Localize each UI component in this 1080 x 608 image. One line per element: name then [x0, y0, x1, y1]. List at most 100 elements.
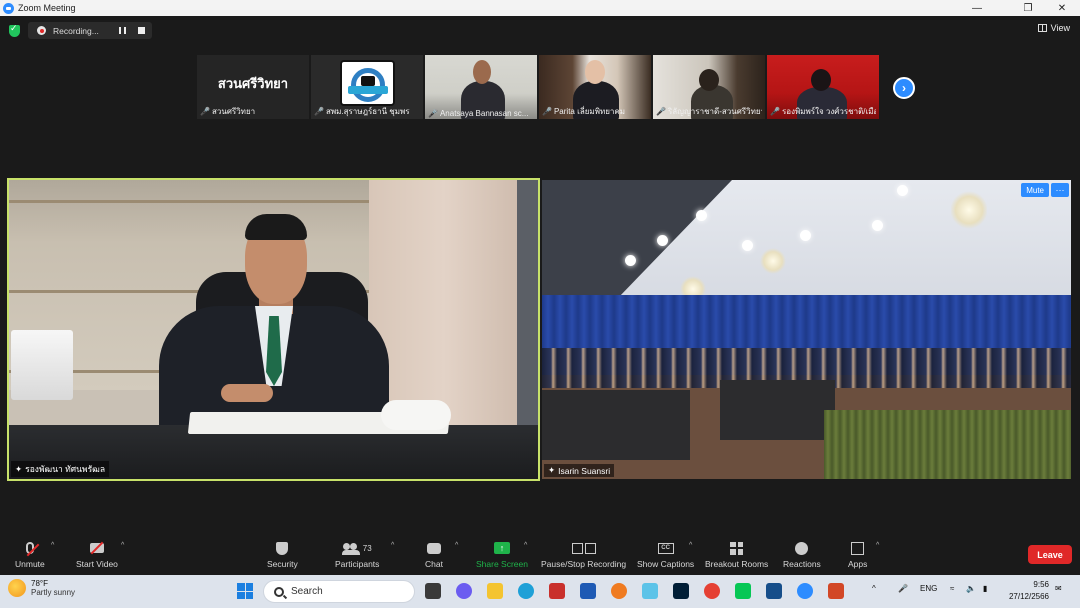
clock-time: 9:56 — [1033, 580, 1049, 589]
share-screen-button[interactable]: ↑ Share Screen — [476, 540, 528, 569]
maximize-icon[interactable]: ❐ — [1011, 0, 1045, 16]
apps-icon — [851, 541, 865, 555]
windows-start-icon[interactable] — [237, 583, 253, 599]
reactions-button[interactable]: Reactions — [783, 540, 821, 569]
thumbnail-name-tag: 🎤 ริลัญญาราชาดี-สวนศรีวิทยา — [656, 105, 762, 118]
unmute-button[interactable]: Unmute — [15, 540, 45, 569]
stop-recording-icon[interactable] — [138, 27, 145, 34]
ceiling-light — [657, 235, 668, 246]
pause-recording-icon[interactable] — [119, 27, 126, 34]
thumbnail-name: รองพิมพร์ใจ วงศ์วรชาติ/เมือ... — [781, 107, 876, 116]
participants-button[interactable]: 73 Participants — [335, 540, 379, 569]
pause-stop-recording-label: Pause/Stop Recording — [541, 559, 627, 569]
reactions-label: Reactions — [783, 559, 821, 569]
unmute-label: Unmute — [15, 559, 45, 569]
thumbnail-tile[interactable]: 🎤 รองพิมพร์ใจ วงศ์วรชาติ/เมือ... — [767, 55, 879, 119]
taskbar-search-box[interactable]: Search — [263, 580, 415, 603]
audio-options-caret-icon[interactable]: ^ — [51, 542, 54, 549]
notification-bell-icon[interactable]: ✉ — [1055, 584, 1062, 593]
meeting-toolbar: Unmute ^ Start Video ^ Security 73 Parti… — [0, 536, 1080, 575]
muted-mic-icon: 🎤 — [200, 107, 210, 116]
wifi-icon[interactable]: ≈ — [950, 584, 954, 593]
thumbnail-tile[interactable]: 🎤 สพม.สุราษฎร์ธานี ชุมพร — [311, 55, 423, 119]
chat-bubble-icon — [426, 542, 441, 554]
app-icon[interactable] — [766, 583, 782, 599]
breakout-rooms-label: Breakout Rooms — [705, 559, 769, 569]
chat-label: Chat — [425, 559, 443, 569]
close-icon[interactable]: ✕ — [1045, 0, 1079, 16]
video-printer — [11, 330, 73, 400]
share-caret-icon[interactable]: ^ — [524, 542, 527, 549]
video-person-head — [699, 69, 719, 91]
thumbnail-name: สพม.สุราษฎร์ธานี ชุมพร — [325, 107, 410, 116]
show-captions-button[interactable]: CC Show Captions — [637, 540, 694, 569]
lightroom-classic-icon[interactable] — [673, 583, 689, 599]
captions-caret-icon[interactable]: ^ — [689, 542, 692, 549]
thumbnail-tile[interactable]: สวนศรีวิทยา 🎤 สวนศรีวิทยา — [197, 55, 309, 119]
battery-icon[interactable]: ▮ — [983, 584, 987, 593]
chandelier — [760, 248, 786, 274]
participants-label: Participants — [335, 559, 380, 569]
apps-caret-icon[interactable]: ^ — [876, 542, 879, 549]
share-screen-icon: ↑ — [493, 542, 510, 554]
weather-widget[interactable]: 78°F Partly sunny — [8, 579, 75, 597]
thumbnail-name-tag: 🎤 สพม.สุราษฎร์ธานี ชุมพร — [314, 105, 420, 118]
thumbnail-name: Anatsaya Bannasan sc... — [439, 109, 529, 118]
room-video[interactable]: Mute ··· ✦ Isarin Suansri — [542, 180, 1071, 479]
chrome-icon[interactable] — [704, 583, 720, 599]
microphone-tray-icon[interactable]: 🎤 — [898, 584, 908, 593]
chat-caret-icon[interactable]: ^ — [455, 542, 458, 549]
encryption-shield-icon[interactable] — [9, 23, 20, 37]
minimize-icon[interactable]: — — [960, 0, 994, 16]
thumbnail-tile[interactable]: 🎤 Parita เลี่ยมพิทยาคม — [539, 55, 651, 119]
pause-stop-recording-button[interactable]: Pause/Stop Recording — [541, 540, 626, 569]
video-table — [542, 390, 690, 460]
security-button[interactable]: Security — [267, 540, 298, 569]
participants-caret-icon[interactable]: ^ — [391, 542, 394, 549]
video-options-caret-icon[interactable]: ^ — [121, 542, 124, 549]
ceiling-light — [742, 240, 753, 251]
video-person-head — [811, 69, 831, 91]
leave-button[interactable]: Leave — [1028, 545, 1072, 564]
store-icon[interactable] — [580, 583, 596, 599]
ceiling-light — [897, 185, 908, 196]
active-speaker-video[interactable]: ✦ รองพัฒนา ทัศนพรัฒล — [7, 178, 540, 481]
thumbnail-name: Parita เลี่ยมพิทยาคม — [553, 107, 626, 116]
speaker-name: รองพัฒนา ทัศนพรัฒล — [25, 464, 106, 474]
start-video-button[interactable]: Start Video — [76, 540, 118, 569]
task-view-icon[interactable] — [425, 583, 441, 599]
ceiling-light — [800, 230, 811, 241]
meeting-area: Recording... View สวนศรีวิทยา 🎤สวนศรีวิท… — [0, 16, 1080, 536]
thumbnail-name-tag: 🎤 รองพิมพร์ใจ วงศ์วรชาติ/เมือ... — [770, 105, 876, 118]
mute-participant-button[interactable]: Mute — [1021, 183, 1049, 197]
edge-browser-icon[interactable] — [518, 583, 534, 599]
next-page-arrow-icon[interactable]: › — [893, 77, 915, 99]
thumbnail-display-name: สวนศรีวิทยา — [217, 76, 289, 91]
breakout-rooms-button[interactable]: Breakout Rooms — [705, 540, 768, 569]
firefox-icon[interactable] — [611, 583, 627, 599]
line-app-icon[interactable] — [735, 583, 751, 599]
more-options-button[interactable]: ··· — [1051, 183, 1069, 197]
thumbnail-name-tag: 🎤 Anatsaya Bannasan sc... — [428, 109, 534, 118]
apps-button[interactable]: Apps — [848, 540, 867, 569]
camera-off-icon — [89, 541, 104, 555]
file-explorer-icon[interactable] — [487, 583, 503, 599]
ceiling-light — [872, 220, 883, 231]
powerpoint-icon[interactable] — [828, 583, 844, 599]
zoom-taskbar-icon[interactable] — [797, 583, 813, 599]
search-placeholder: Search — [291, 586, 323, 597]
system-clock[interactable]: 9:56 27/12/2566 — [1003, 579, 1049, 603]
app-icon[interactable] — [549, 583, 565, 599]
mic-muted-icon — [25, 542, 40, 557]
chat-app-icon[interactable] — [456, 583, 472, 599]
thumbnail-tile[interactable]: 🎤 ริลัญญาราชาดี-สวนศรีวิทยา — [653, 55, 765, 119]
photos-icon[interactable] — [642, 583, 658, 599]
thumbnail-tile[interactable]: 🎤 Anatsaya Bannasan sc... — [425, 55, 537, 119]
language-indicator[interactable]: ENG — [920, 584, 937, 593]
chat-button[interactable]: Chat — [425, 540, 443, 569]
view-button[interactable]: View — [1037, 23, 1070, 33]
captions-icon: CC — [657, 542, 674, 554]
partly-sunny-icon — [8, 579, 26, 597]
tray-chevron-icon[interactable]: ^ — [872, 584, 876, 593]
volume-icon[interactable]: 🔈 — [966, 584, 976, 593]
